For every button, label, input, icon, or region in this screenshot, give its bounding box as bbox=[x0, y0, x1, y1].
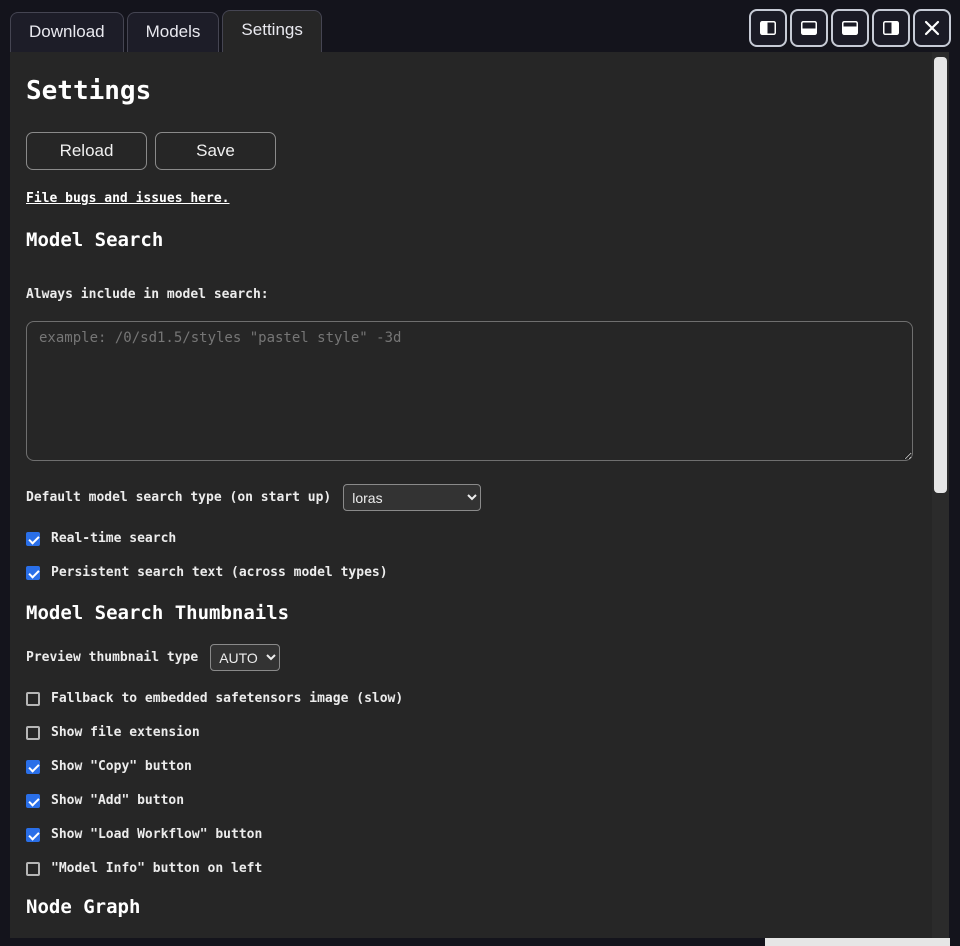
checkbox-label: Persistent search text (across model typ… bbox=[51, 565, 388, 580]
model-info-left-checkbox-row[interactable]: "Model Info" button on left bbox=[26, 861, 918, 876]
tab-bar: Download Models Settings bbox=[0, 0, 960, 52]
checkbox-label: Fallback to embedded safetensors image (… bbox=[51, 691, 403, 706]
close-icon bbox=[921, 17, 943, 39]
default-search-type-label: Default model search type (on start up) bbox=[26, 490, 331, 505]
persistent-search-checkbox[interactable] bbox=[26, 566, 40, 580]
checkbox-label: Show "Copy" button bbox=[51, 759, 192, 774]
vertical-scrollbar[interactable] bbox=[932, 52, 949, 938]
close-button[interactable] bbox=[913, 9, 951, 47]
always-include-textarea[interactable] bbox=[26, 321, 913, 461]
dock-bottom-tall-button[interactable] bbox=[831, 9, 869, 47]
settings-content: Settings Reload Save File bugs and issue… bbox=[10, 52, 932, 938]
checkbox-label: Show "Load Workflow" button bbox=[51, 827, 262, 842]
preview-thumbnail-select[interactable]: AUTO bbox=[210, 644, 280, 671]
window-controls bbox=[749, 9, 951, 47]
show-copy-button-checkbox-row[interactable]: Show "Copy" button bbox=[26, 759, 918, 774]
dock-right-icon bbox=[881, 18, 901, 38]
show-load-workflow-checkbox[interactable] bbox=[26, 828, 40, 842]
horizontal-scrollbar[interactable] bbox=[0, 938, 960, 946]
persistent-search-checkbox-row[interactable]: Persistent search text (across model typ… bbox=[26, 565, 918, 580]
file-bugs-link[interactable]: File bugs and issues here. bbox=[26, 191, 230, 206]
settings-panel: Settings Reload Save File bugs and issue… bbox=[10, 52, 949, 938]
show-copy-button-checkbox[interactable] bbox=[26, 760, 40, 774]
app-window: Download Models Settings bbox=[0, 0, 960, 946]
page-title: Settings bbox=[26, 76, 918, 106]
realtime-search-checkbox-row[interactable]: Real-time search bbox=[26, 531, 918, 546]
dock-left-button[interactable] bbox=[749, 9, 787, 47]
dock-bottom-icon bbox=[799, 18, 819, 38]
action-buttons: Reload Save bbox=[26, 132, 918, 170]
show-file-extension-checkbox[interactable] bbox=[26, 726, 40, 740]
show-load-workflow-checkbox-row[interactable]: Show "Load Workflow" button bbox=[26, 827, 918, 842]
tab-settings[interactable]: Settings bbox=[222, 10, 321, 52]
dock-bottom-button[interactable] bbox=[790, 9, 828, 47]
vertical-scrollbar-thumb[interactable] bbox=[934, 57, 947, 493]
fallback-safetensors-checkbox-row[interactable]: Fallback to embedded safetensors image (… bbox=[26, 691, 918, 706]
tab-download[interactable]: Download bbox=[10, 12, 124, 52]
thumbnails-heading: Model Search Thumbnails bbox=[26, 602, 918, 624]
tab-list: Download Models Settings bbox=[10, 10, 325, 52]
dock-bottom-tall-icon bbox=[840, 18, 860, 38]
horizontal-scrollbar-thumb[interactable] bbox=[765, 938, 950, 946]
tab-models[interactable]: Models bbox=[127, 12, 220, 52]
checkbox-label: Real-time search bbox=[51, 531, 176, 546]
realtime-search-checkbox[interactable] bbox=[26, 532, 40, 546]
node-graph-heading: Node Graph bbox=[26, 896, 918, 918]
show-add-button-checkbox[interactable] bbox=[26, 794, 40, 808]
always-include-label: Always include in model search: bbox=[26, 287, 918, 302]
show-file-extension-checkbox-row[interactable]: Show file extension bbox=[26, 725, 918, 740]
dock-right-button[interactable] bbox=[872, 9, 910, 47]
default-search-type-select[interactable]: loras bbox=[343, 484, 481, 511]
fallback-safetensors-checkbox[interactable] bbox=[26, 692, 40, 706]
checkbox-label: "Model Info" button on left bbox=[51, 861, 262, 876]
preview-thumbnail-row: Preview thumbnail type AUTO bbox=[26, 644, 918, 671]
reload-button[interactable]: Reload bbox=[26, 132, 147, 170]
model-search-heading: Model Search bbox=[26, 229, 918, 251]
preview-thumbnail-label: Preview thumbnail type bbox=[26, 650, 198, 665]
checkbox-label: Show file extension bbox=[51, 725, 200, 740]
dock-left-icon bbox=[758, 18, 778, 38]
checkbox-label: Show "Add" button bbox=[51, 793, 184, 808]
default-search-type-row: Default model search type (on start up) … bbox=[26, 484, 918, 511]
model-info-left-checkbox[interactable] bbox=[26, 862, 40, 876]
save-button[interactable]: Save bbox=[155, 132, 276, 170]
show-add-button-checkbox-row[interactable]: Show "Add" button bbox=[26, 793, 918, 808]
